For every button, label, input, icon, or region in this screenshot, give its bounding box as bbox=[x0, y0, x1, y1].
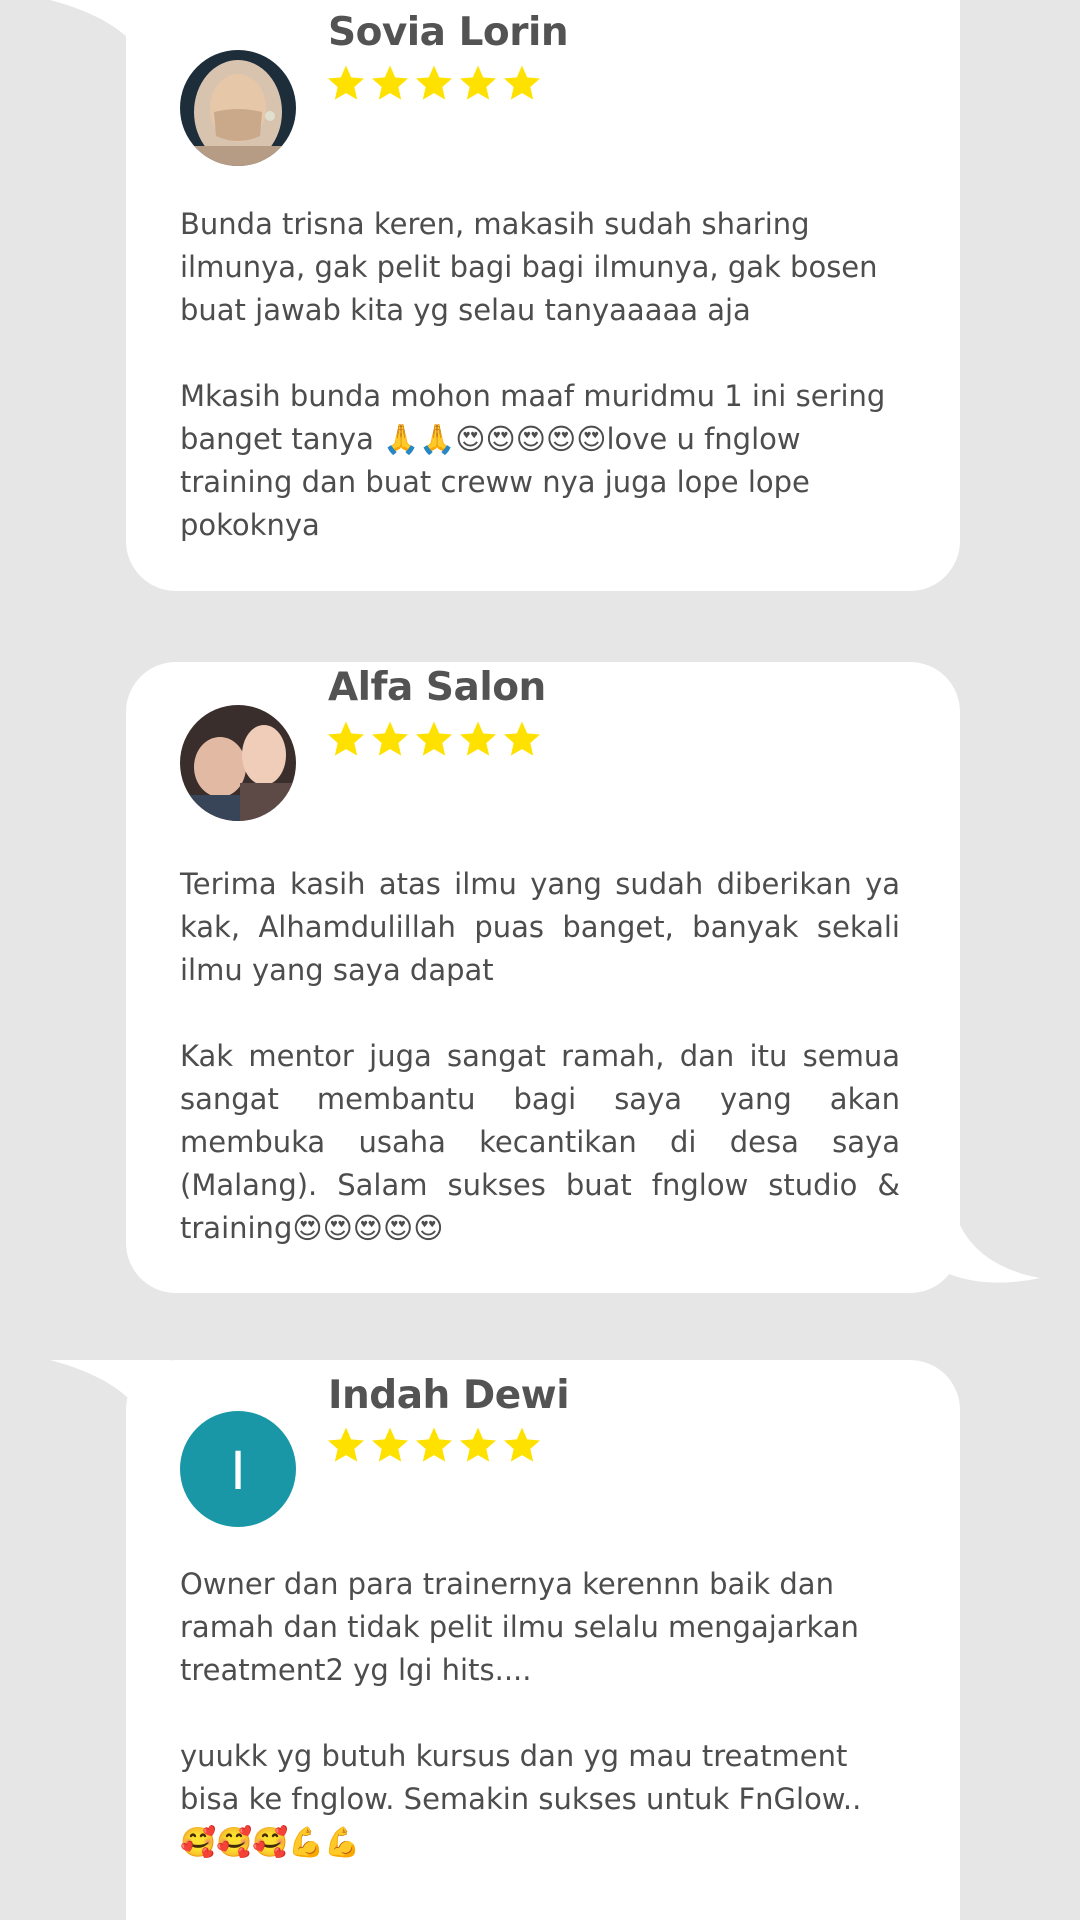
review-card: I Indah Dewi Owner dan para trainernya k… bbox=[126, 1360, 960, 1920]
review-card: Alfa Salon Terima kasih atas ilmu yang s… bbox=[126, 662, 960, 1293]
reviewer-name: Indah Dewi bbox=[328, 1373, 570, 1418]
star-icon bbox=[372, 1427, 408, 1462]
reviewer-photo-icon bbox=[180, 705, 296, 821]
review-card: Sovia Lorin Bunda trisna keren, makasih … bbox=[126, 0, 960, 591]
star-icon bbox=[460, 721, 496, 756]
reviewer-name: Sovia Lorin bbox=[328, 10, 569, 55]
star-rating bbox=[326, 1425, 542, 1465]
star-icon bbox=[328, 65, 364, 100]
star-rating bbox=[326, 63, 542, 103]
review-text: Bunda trisna keren, makasih sudah sharin… bbox=[180, 207, 886, 542]
star-rating bbox=[326, 719, 542, 759]
bubble-tail-right bbox=[912, 1225, 1040, 1285]
avatar: I bbox=[180, 1411, 296, 1527]
avatar bbox=[180, 705, 296, 821]
star-icon bbox=[504, 65, 540, 100]
star-icon bbox=[372, 65, 408, 100]
reviewer-photo-icon bbox=[180, 50, 296, 166]
star-icon bbox=[372, 721, 408, 756]
star-icon bbox=[504, 1427, 540, 1462]
star-icon bbox=[416, 65, 452, 100]
avatar bbox=[180, 50, 296, 166]
star-icon bbox=[328, 721, 364, 756]
testimonials-page: Sovia Lorin Bunda trisna keren, makasih … bbox=[0, 0, 1080, 1920]
star-icon bbox=[460, 1427, 496, 1462]
star-icon bbox=[416, 1427, 452, 1462]
reviewer-name: Alfa Salon bbox=[328, 665, 546, 710]
review-text: Owner dan para trainernya kerennn baik d… bbox=[180, 1567, 862, 1859]
star-icon bbox=[460, 65, 496, 100]
avatar-initial: I bbox=[180, 1411, 296, 1527]
review-text: Terima kasih atas ilmu yang sudah diberi… bbox=[180, 867, 900, 1245]
star-icon bbox=[416, 721, 452, 756]
star-icon bbox=[504, 721, 540, 756]
star-icon bbox=[328, 1427, 364, 1462]
